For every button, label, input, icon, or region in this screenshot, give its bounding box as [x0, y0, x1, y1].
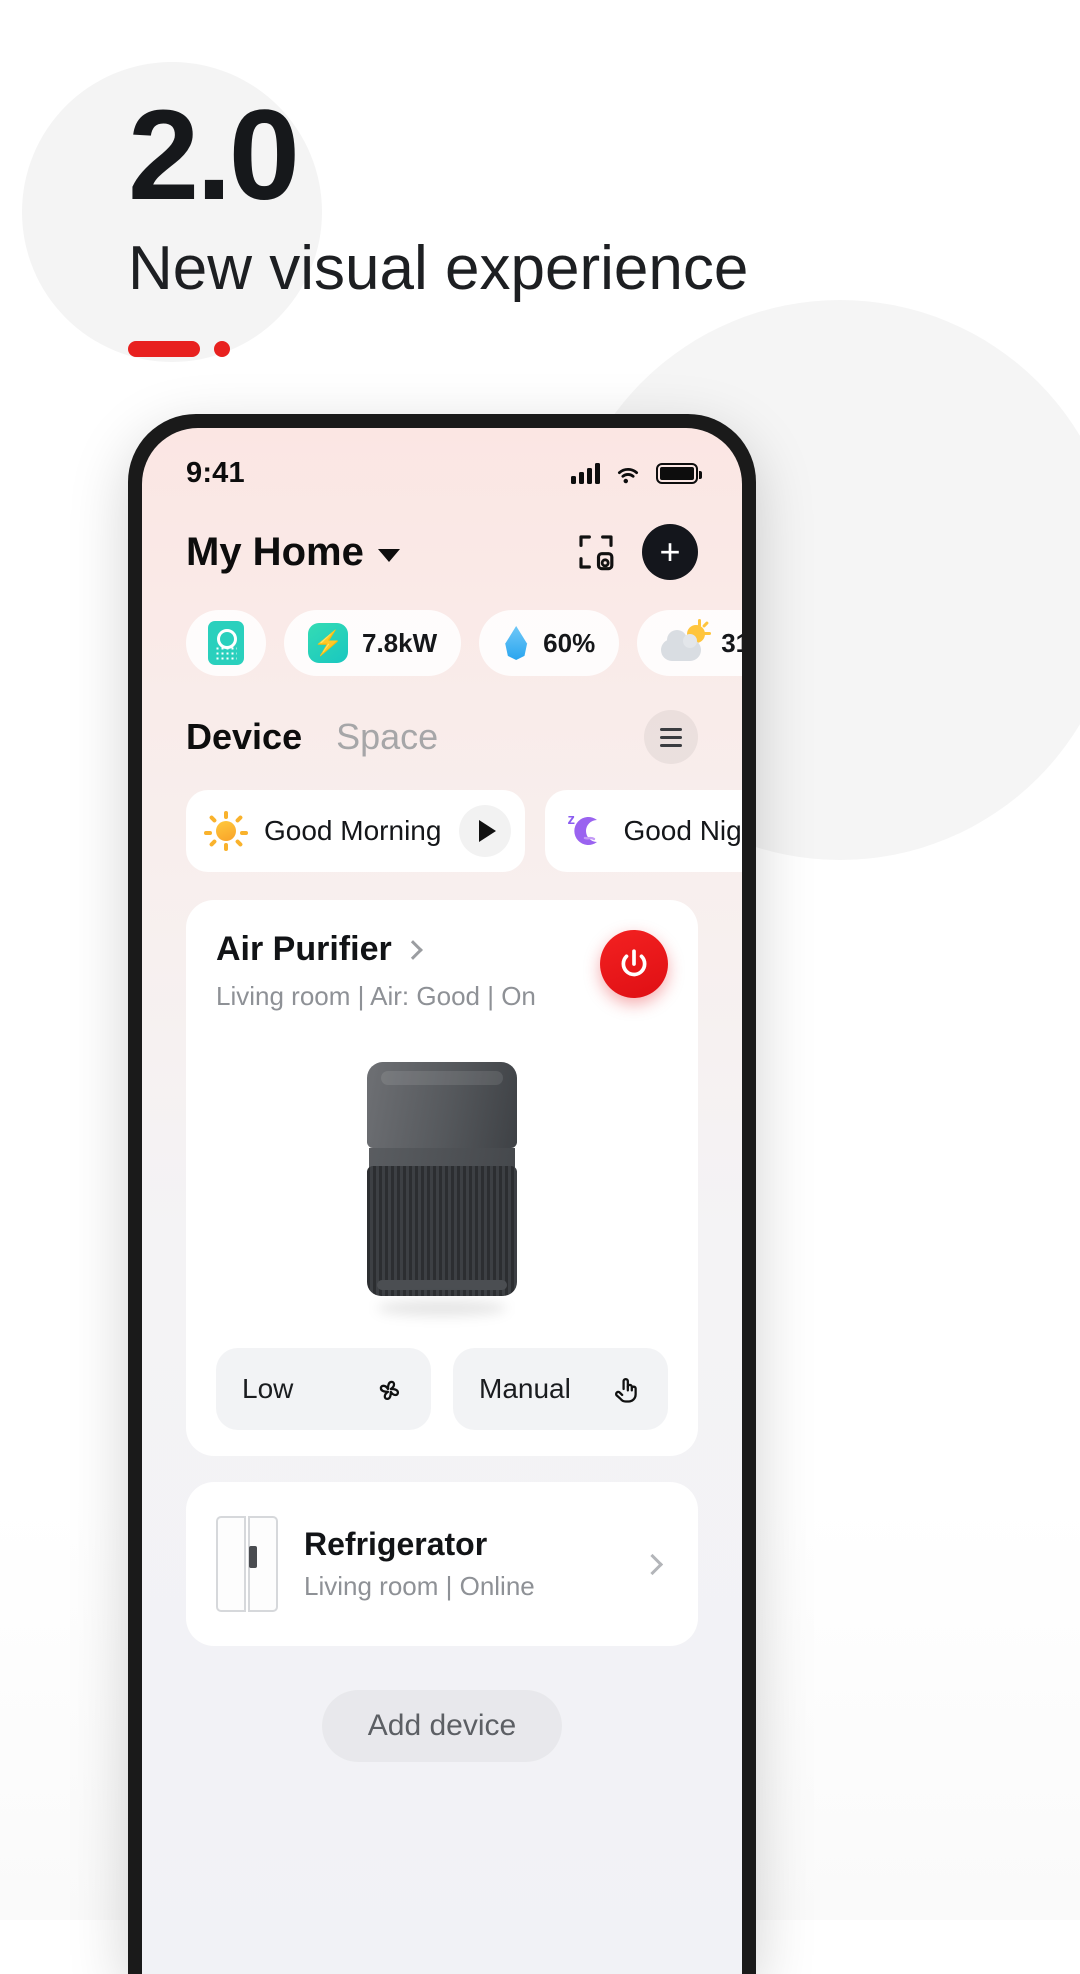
scan-device-icon[interactable]: [576, 532, 616, 572]
plus-icon: +: [659, 531, 681, 572]
chevron-right-icon[interactable]: [402, 939, 423, 960]
add-device-area: Add device: [142, 1646, 742, 1762]
control-fan-speed-label: Low: [242, 1373, 294, 1404]
chip-humidity[interactable]: 60%: [479, 610, 620, 676]
pagination-dot-inactive[interactable]: [214, 341, 230, 358]
scenes-row[interactable]: Good Morning z Good Night: [142, 764, 742, 872]
cellular-signal-icon: [571, 462, 600, 484]
phone-mockup: 9:41 My Home + ⚡ 7.8kW 60% 3 Device Spac…: [128, 414, 756, 1974]
chip-energy-label: 7.8kW: [362, 627, 438, 658]
control-fan-speed[interactable]: Low: [216, 1348, 431, 1430]
add-button[interactable]: +: [642, 524, 698, 580]
hero-version-number: 2.0: [128, 84, 300, 227]
device-controls: Low Manual: [216, 1348, 668, 1430]
chip-energy[interactable]: ⚡ 7.8kW: [284, 610, 462, 676]
device-row-name: Refrigerator: [304, 1526, 488, 1562]
wifi-icon: [617, 467, 639, 483]
phone-screen: 9:41 My Home + ⚡ 7.8kW 60% 3 Device Spac…: [142, 428, 742, 1974]
list-menu-icon[interactable]: [644, 710, 698, 764]
tabs-row: Device Space: [142, 676, 742, 764]
pagination-dot-active[interactable]: [128, 341, 200, 358]
fan-icon: [379, 1380, 400, 1401]
tap-hand-icon: [615, 1377, 637, 1403]
power-toggle-button[interactable]: [600, 930, 668, 998]
chip-weather-label: 31°C New York: [721, 627, 742, 658]
air-quality-sensor-icon: [208, 621, 244, 665]
status-bar: 9:41: [142, 428, 742, 500]
header-actions: +: [576, 524, 698, 580]
battery-icon: [656, 462, 702, 484]
status-bar-time: 9:41: [186, 456, 245, 489]
weather-partly-cloudy-icon: [661, 619, 712, 661]
add-device-button[interactable]: Add device: [321, 1690, 563, 1762]
carousel-pagination[interactable]: [128, 341, 928, 358]
device-card-air-purifier[interactable]: Air Purifier Living room | Air: Good | O…: [186, 900, 698, 1456]
chevron-down-icon[interactable]: [377, 548, 400, 562]
scene-label: Good Morning: [264, 815, 442, 846]
chip-weather[interactable]: 31°C New York: [637, 610, 742, 676]
device-row-info: Refrigerator Living room | Online: [304, 1526, 619, 1602]
chip-air-quality[interactable]: [186, 610, 266, 676]
control-mode-label: Manual: [479, 1373, 571, 1404]
power-icon: [621, 949, 647, 977]
device-name: Air Purifier: [216, 930, 392, 968]
sun-icon: [204, 811, 248, 851]
device-subtitle: Living room | Air: Good | On: [216, 981, 536, 1011]
tab-device[interactable]: Device: [186, 716, 302, 758]
device-title-group[interactable]: Air Purifier: [216, 930, 536, 969]
tab-group: Device Space: [186, 716, 438, 758]
tab-space[interactable]: Space: [336, 716, 438, 758]
energy-bolt-icon: ⚡: [308, 623, 348, 663]
status-chips-row[interactable]: ⚡ 7.8kW 60% 31°C New York: [142, 580, 742, 676]
scene-card-good-night[interactable]: z Good Night: [545, 790, 742, 872]
app-header: My Home +: [142, 500, 742, 580]
play-icon[interactable]: [459, 805, 512, 857]
scene-card-good-morning[interactable]: Good Morning: [186, 790, 526, 872]
device-row-refrigerator[interactable]: Refrigerator Living room | Online: [186, 1482, 698, 1646]
chevron-right-icon[interactable]: [641, 1553, 664, 1575]
home-selector[interactable]: My Home: [186, 530, 400, 575]
moon-icon: z: [565, 811, 605, 851]
device-card-header: Air Purifier Living room | Air: Good | O…: [216, 930, 668, 1012]
chip-humidity-label: 60%: [543, 627, 596, 658]
home-name-label: My Home: [186, 529, 364, 574]
control-mode[interactable]: Manual: [453, 1348, 668, 1430]
humidity-drop-icon: [505, 626, 528, 660]
scene-label: Good Night: [623, 815, 742, 846]
air-purifier-product-image: [216, 1022, 668, 1342]
hero-section: 2.0 New visual experience: [128, 84, 928, 358]
device-row-subtitle: Living room | Online: [304, 1571, 535, 1601]
refrigerator-icon: [216, 1516, 278, 1612]
status-bar-icons: [571, 462, 702, 484]
hero-subtitle: New visual experience: [128, 234, 749, 303]
